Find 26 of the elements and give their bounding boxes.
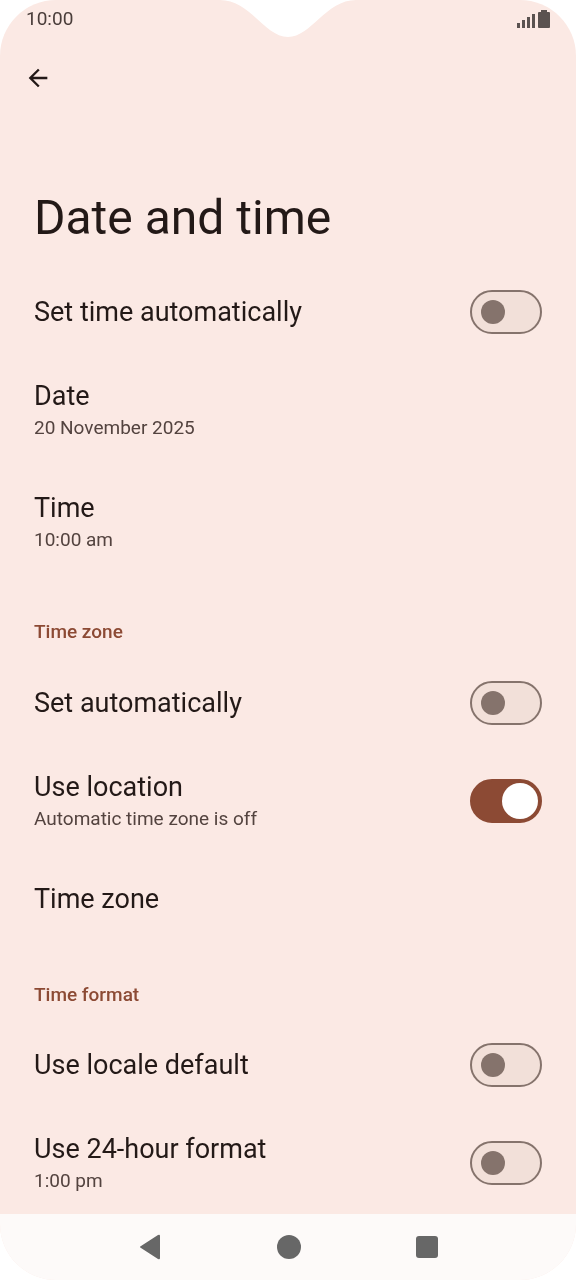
setting-summary: Automatic time zone is off [34,805,257,832]
setting-title[interactable]: Set automatically [34,684,242,721]
setting-title[interactable]: Date [34,378,195,414]
toggle-switch[interactable] [470,778,542,823]
page-title: Date and time [34,188,333,248]
section-header: Time format [34,982,140,1006]
setting-title[interactable]: Time [34,490,114,526]
setting-title[interactable]: Time zone [34,880,160,917]
setting-summary: 20 November 2025 [34,415,195,441]
setting-title[interactable]: Use 24-hour format [34,1131,267,1167]
battery-icon [538,10,550,28]
setting-summary: 10:00 am [34,527,114,553]
status-time: 10:00 [26,5,74,32]
setting-summary: 1:00 pm [34,1168,104,1194]
signal-icon [517,14,535,28]
setting-title[interactable]: Use location [34,768,257,805]
toggle-switch[interactable] [470,1141,542,1185]
setting-title[interactable]: Set time automatically [34,294,302,330]
toggle-switch[interactable] [470,290,542,334]
home-icon[interactable] [277,1235,301,1259]
toggle-switch[interactable] [470,680,542,725]
setting-title[interactable]: Use locale default [34,1047,249,1083]
toggle-switch[interactable] [470,1043,542,1087]
recents-icon[interactable] [416,1236,439,1258]
section-header: Time zone [34,620,123,643]
back-icon[interactable] [137,1234,162,1260]
